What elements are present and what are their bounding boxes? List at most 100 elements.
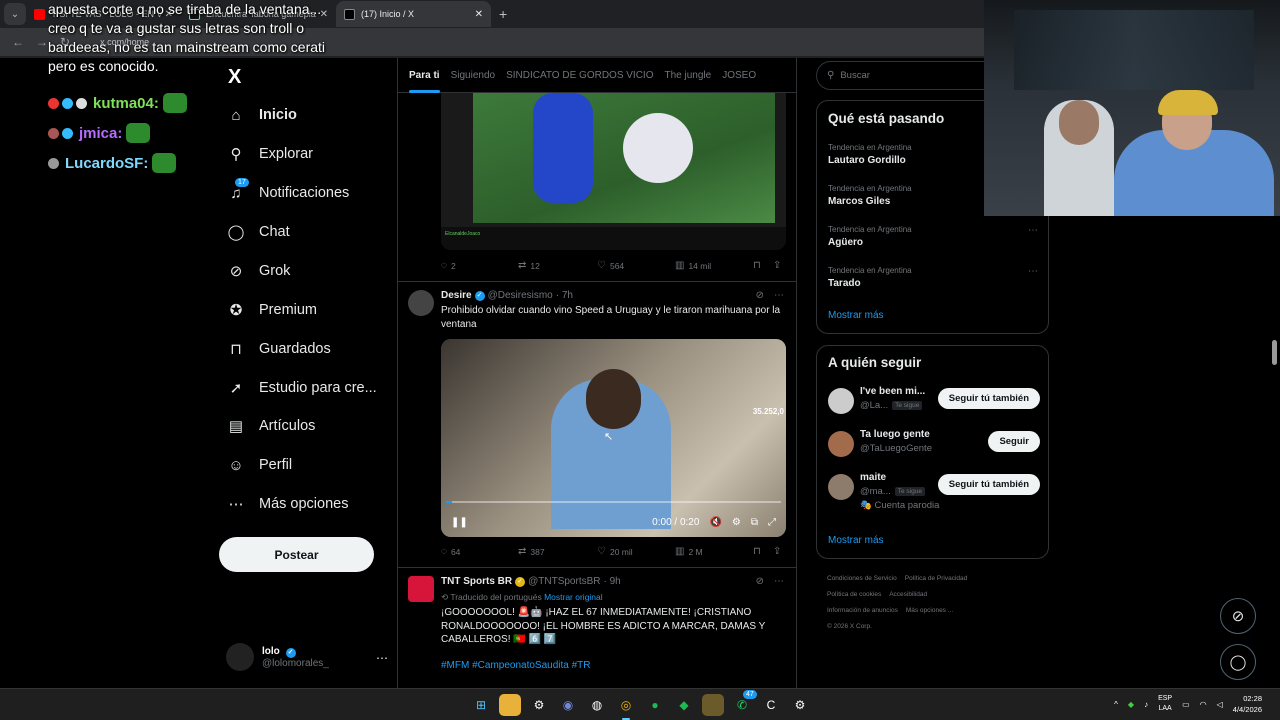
footer-link[interactable]: Información de anuncios [827, 607, 898, 614]
more-icon[interactable]: ⋯ [1028, 225, 1038, 236]
account-switcher[interactable]: lolo ✓ @lolomorales_ ⋯ [226, 643, 388, 671]
share-button[interactable]: ⇪ [773, 546, 785, 557]
tab-siguiendo[interactable]: Siguiendo [451, 58, 495, 93]
post-media-image[interactable]: ElcanaldeJoaco [441, 93, 786, 250]
post-time[interactable]: · 7h [556, 290, 573, 301]
player-image [533, 93, 593, 203]
like-button[interactable]: ♡ 564 [597, 260, 675, 271]
more-icon[interactable]: ⋯ [774, 576, 784, 587]
share-button[interactable]: ⇪ [773, 260, 785, 271]
tab-search-icon[interactable]: ⌄ [4, 3, 26, 25]
sidebar-item-chat[interactable]: ◯ Chat [226, 222, 290, 242]
footer-link[interactable]: Accesibilidad [889, 591, 927, 598]
discord-icon[interactable]: ◉ [557, 694, 579, 716]
post-button[interactable]: Postear [219, 537, 374, 572]
mute-icon[interactable]: 🔇 [709, 517, 721, 528]
sidebar-item-notificaciones[interactable]: ♫ 17 Notificaciones [226, 178, 349, 203]
tab-the-jungle[interactable]: The jungle [665, 58, 712, 93]
repost-button[interactable]: ⇄ 387 [518, 546, 597, 557]
microphone-icon[interactable]: ♪ [1144, 700, 1148, 709]
tnt-sports-avatar[interactable] [408, 576, 434, 602]
spotify-icon[interactable]: ● [644, 694, 666, 716]
fullscreen-icon[interactable]: ⤢ [768, 517, 776, 528]
video-progress-bar[interactable] [446, 501, 781, 503]
settings-icon[interactable]: ⚙ [732, 517, 741, 528]
wifi-icon[interactable]: ◠ [1200, 700, 1207, 709]
scrollbar[interactable] [1272, 340, 1277, 365]
tab-sindicato[interactable]: SINDICATO DE GORDOS VICIO [506, 58, 653, 93]
reply-button[interactable]: ◌ 2 [441, 260, 518, 271]
avatar[interactable] [408, 290, 434, 316]
app-icon[interactable]: ◍ [586, 694, 608, 716]
sidebar-item-mas-opciones[interactable]: ⋯ Más opciones [226, 494, 349, 514]
show-original-link[interactable]: Mostrar original [544, 592, 603, 602]
author-handle[interactable]: @Desiresismo [488, 290, 553, 301]
grok-icon[interactable]: ⊘ [756, 576, 764, 587]
follow-button[interactable]: Seguir tú también [937, 388, 1040, 409]
follow-suggestion[interactable]: I've been mi... @La... Te sigue Seguir tú… [828, 386, 1040, 420]
more-icon[interactable]: ⋯ [376, 651, 388, 665]
sidebar-item-estudio[interactable]: ➚ Estudio para cre... [226, 378, 377, 398]
steam-icon[interactable]: ⚙ [528, 694, 550, 716]
tab-para-ti[interactable]: Para ti [409, 58, 440, 93]
reply-button[interactable]: ◌ 64 [441, 546, 518, 557]
tab-joseo[interactable]: JOSEO [722, 58, 756, 93]
views-button[interactable]: ▥ 14 mil [675, 260, 753, 271]
follow-button[interactable]: Seguir [988, 431, 1040, 452]
grok-fab-icon[interactable]: ⊘ [1220, 598, 1256, 634]
chrome-icon[interactable]: ◎ [615, 694, 637, 720]
sidebar-item-inicio[interactable]: ⌂ Inicio [226, 105, 296, 125]
post-time[interactable]: · 9h [604, 576, 621, 587]
app-icon[interactable] [702, 694, 724, 716]
sidebar-item-explorar[interactable]: ⚲ Explorar [226, 144, 314, 164]
whatsapp-icon[interactable]: ✆ 47 [731, 690, 757, 716]
monitor-icon[interactable]: ▭ [1182, 700, 1190, 709]
chevron-up-icon[interactable]: ^ [1114, 700, 1118, 709]
footer-link[interactable]: Más opciones ... [906, 607, 953, 614]
follow-suggestion[interactable]: maite @ma... Te sigue 🎭 Cuenta parodia Se… [828, 472, 1040, 511]
repost-button[interactable]: ⇄ 12 [518, 260, 597, 271]
sidebar-item-articulos[interactable]: ▤ Artículos [226, 416, 316, 436]
trend-item[interactable]: Tendencia en Argentina Agüero ⋯ [828, 225, 1038, 248]
steam-icon[interactable]: ⚙ [789, 694, 811, 716]
bookmark-button[interactable]: ⊓ [753, 546, 773, 557]
footer-link[interactable]: Política de cookies [827, 591, 881, 598]
author-name[interactable]: Desire [441, 290, 472, 301]
windows-start-icon[interactable]: ⊞ [470, 694, 492, 716]
new-tab-icon[interactable]: + [499, 6, 507, 22]
sidebar-item-perfil[interactable]: ☺ Perfil [226, 455, 292, 475]
sidebar-item-guardados[interactable]: ⊓ Guardados [226, 339, 331, 359]
clock[interactable]: 02:28 4/4/2026 [1233, 693, 1262, 715]
trend-item[interactable]: Tendencia en Argentina Tarado ⋯ [828, 266, 1038, 289]
file-explorer-icon[interactable] [499, 694, 521, 716]
chat-fab-icon[interactable]: ◯ [1220, 644, 1256, 680]
post-hashtags[interactable]: #MFM #CampeonatoSaudita #TR [441, 660, 591, 671]
app-icon[interactable]: C [760, 694, 782, 716]
language-indicator[interactable]: ESP LAA [1158, 694, 1172, 714]
sidebar-item-premium[interactable]: ✪ Premium [226, 300, 317, 320]
author-name[interactable]: TNT Sports BR [441, 576, 512, 587]
show-more-link[interactable]: Mostrar más [828, 310, 884, 321]
show-more-link[interactable]: Mostrar más [828, 535, 884, 546]
pause-icon[interactable]: ❚❚ [451, 517, 468, 528]
author-handle[interactable]: @TNTSportsBR [528, 576, 600, 587]
bookmark-button[interactable]: ⊓ [753, 260, 773, 271]
follow-suggestion[interactable]: Ta luego gente @TaLuegoGente Seguir [828, 429, 1040, 463]
follow-button[interactable]: Seguir tú también [937, 474, 1040, 495]
footer-link[interactable]: Política de Privacidad [905, 575, 968, 582]
footer-link[interactable]: Condiciones de Servicio [827, 575, 897, 582]
back-icon[interactable]: ← [12, 35, 24, 49]
volume-icon[interactable]: ◁ [1217, 700, 1223, 709]
pip-icon[interactable]: ⧉ [751, 517, 758, 528]
video-player[interactable]: 35.252,0 ❚❚ 0:00 / 0:20 🔇 ⚙ ⧉ ⤢ [441, 339, 786, 537]
forward-icon[interactable]: → [36, 35, 48, 49]
grok-icon[interactable]: ⊘ [756, 290, 764, 301]
tray-app-icon[interactable]: ◆ [1128, 700, 1134, 709]
app-icon[interactable]: ◆ [673, 694, 695, 716]
more-icon[interactable]: ⋯ [774, 290, 784, 301]
close-icon[interactable]: ✕ [475, 9, 483, 20]
like-button[interactable]: ♡ 20 mil [597, 546, 675, 557]
sidebar-item-grok[interactable]: ⊘ Grok [226, 261, 291, 281]
more-icon[interactable]: ⋯ [1028, 266, 1038, 277]
views-button[interactable]: ▥ 2 M [675, 546, 753, 557]
